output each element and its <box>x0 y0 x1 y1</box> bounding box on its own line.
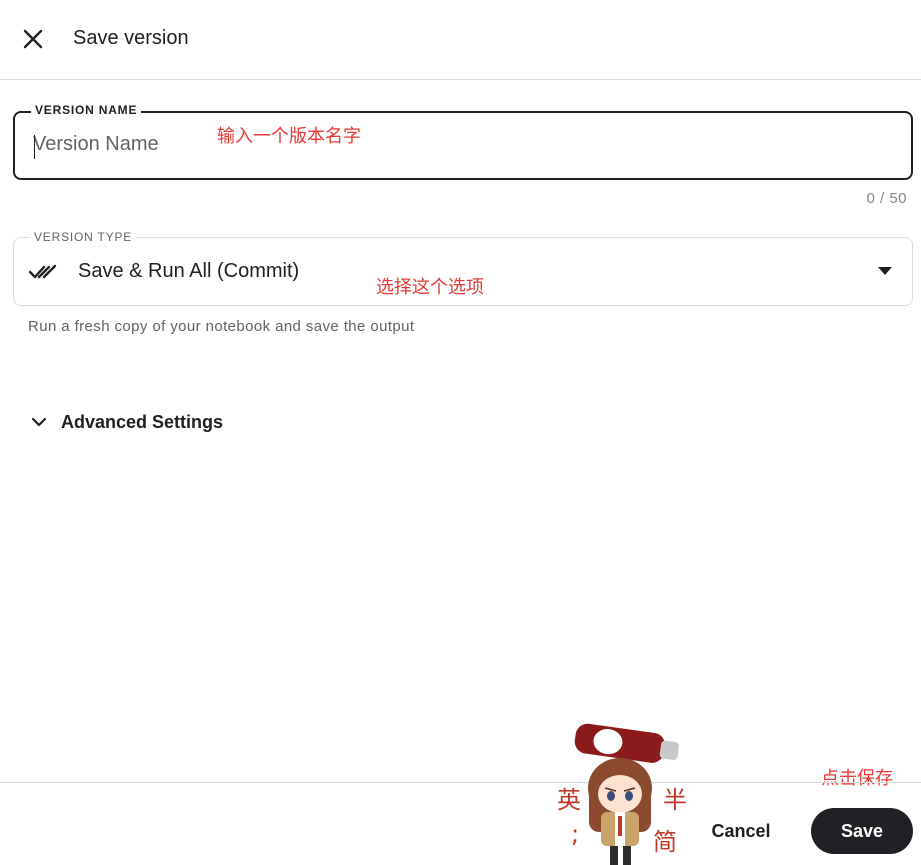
version-type-legend: VERSION TYPE <box>30 230 137 244</box>
character-counter: 0 / 50 <box>866 190 907 207</box>
save-button[interactable]: Save <box>811 808 913 854</box>
mascot-char: 简 <box>653 828 677 856</box>
text-caret <box>34 135 35 159</box>
mascot-char: ; <box>571 820 580 848</box>
advanced-settings-label: Advanced Settings <box>61 411 224 432</box>
annotation-select-option: 选择这个选项 <box>376 277 484 298</box>
advanced-settings-toggle[interactable]: Advanced Settings <box>28 408 223 436</box>
annotation-enter-name: 输入一个版本名字 <box>217 126 361 147</box>
cancel-button[interactable]: Cancel <box>700 814 782 848</box>
version-name-field[interactable]: VERSION NAME <box>13 103 913 180</box>
dialog-footer <box>0 782 921 865</box>
mascot-char: 半 <box>663 786 687 814</box>
double-check-icon <box>29 264 57 279</box>
close-icon[interactable] <box>18 24 48 54</box>
mascot-char: 英 <box>557 786 581 814</box>
dropdown-arrow-icon[interactable] <box>878 266 892 276</box>
chevron-down-icon <box>31 417 47 427</box>
version-type-value: Save & Run All (Commit) <box>78 260 300 282</box>
dialog-header: Save version <box>0 0 921 80</box>
dialog-title: Save version <box>73 27 189 49</box>
version-name-legend: VERSION NAME <box>31 103 142 117</box>
mascot-watermark: 英 半 ; 简 <box>553 720 693 865</box>
version-type-helper: Run a fresh copy of your notebook and sa… <box>28 318 415 335</box>
